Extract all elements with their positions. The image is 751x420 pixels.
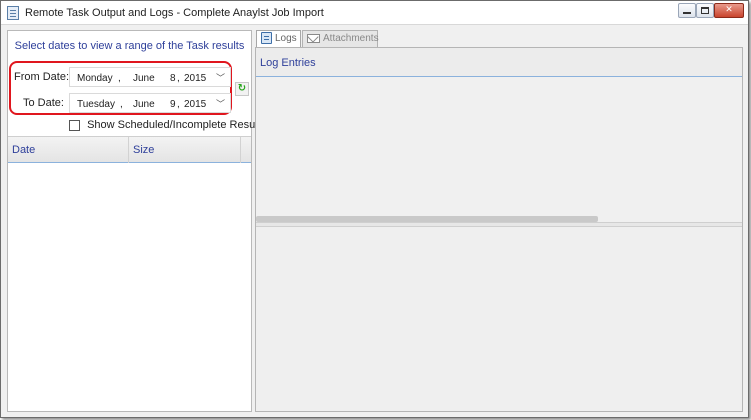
results-pane: Select dates to view a range of the Task… [7,30,266,412]
close-button[interactable]: ✕ [714,3,744,18]
to-separator: , [120,99,123,110]
from-month[interactable]: June [133,73,155,84]
chevron-down-icon[interactable]: ﹀ [216,97,225,110]
tab-logs-label: Logs [275,33,297,44]
envelope-icon [307,33,320,43]
tab-attachments[interactable]: Attachments [302,30,379,47]
date-range-highlight: From Date: Monday , June 8 , 2015 ﹀ To D… [9,61,232,115]
date-range-instruction: Select dates to view a range of the Task… [14,40,245,52]
from-day[interactable]: 8 [170,73,176,84]
column-header-size[interactable]: Size [129,137,241,163]
refresh-icon: ↻ [237,83,247,94]
log-detail-area [256,227,742,411]
from-date-label: From Date: [14,71,70,83]
from-year[interactable]: 2015 [184,73,206,84]
log-entries-header: Log Entries [256,48,742,77]
to-day[interactable]: 9 [170,99,176,110]
document-icon [261,32,272,45]
tab-attachments-label: Attachments [323,33,379,44]
results-grid-header: Date Size [8,136,251,163]
to-separator: , [177,99,180,110]
to-date-label: To Date: [23,97,64,109]
chevron-down-icon[interactable]: ﹀ [216,71,225,84]
column-header-date[interactable]: Date [8,137,129,163]
app-icon [7,6,19,20]
from-weekday: Monday [77,73,113,84]
window-title: Remote Task Output and Logs - Complete A… [25,7,324,19]
show-scheduled-label[interactable]: Show Scheduled/Incomplete Results [87,119,266,131]
minimize-icon [683,12,691,14]
to-year[interactable]: 2015 [184,99,206,110]
to-month[interactable]: June [133,99,155,110]
minimize-button[interactable] [678,3,696,18]
tab-logs[interactable]: Logs [256,30,301,47]
title-bar[interactable]: Remote Task Output and Logs - Complete A… [1,1,748,25]
log-entries-title: Log Entries [260,57,316,69]
maximize-icon [701,7,709,14]
show-scheduled-checkbox[interactable] [69,119,80,131]
close-icon: ✕ [725,5,733,15]
to-weekday: Tuesday [77,99,115,110]
refresh-button[interactable]: ↻ [235,82,249,96]
task-output-window: Remote Task Output and Logs - Complete A… [0,0,749,418]
column-header-filler [241,137,251,163]
maximize-button[interactable] [696,3,714,18]
from-separator: , [177,73,180,84]
logs-pane: Log Entries [255,47,743,412]
to-date-picker[interactable]: Tuesday , June 9 , 2015 ﹀ [69,93,231,113]
show-scheduled-toggle[interactable]: Show Scheduled/Incomplete Results [69,119,266,133]
from-separator: , [118,73,121,84]
from-date-picker[interactable]: Monday , June 8 , 2015 ﹀ [69,67,231,87]
